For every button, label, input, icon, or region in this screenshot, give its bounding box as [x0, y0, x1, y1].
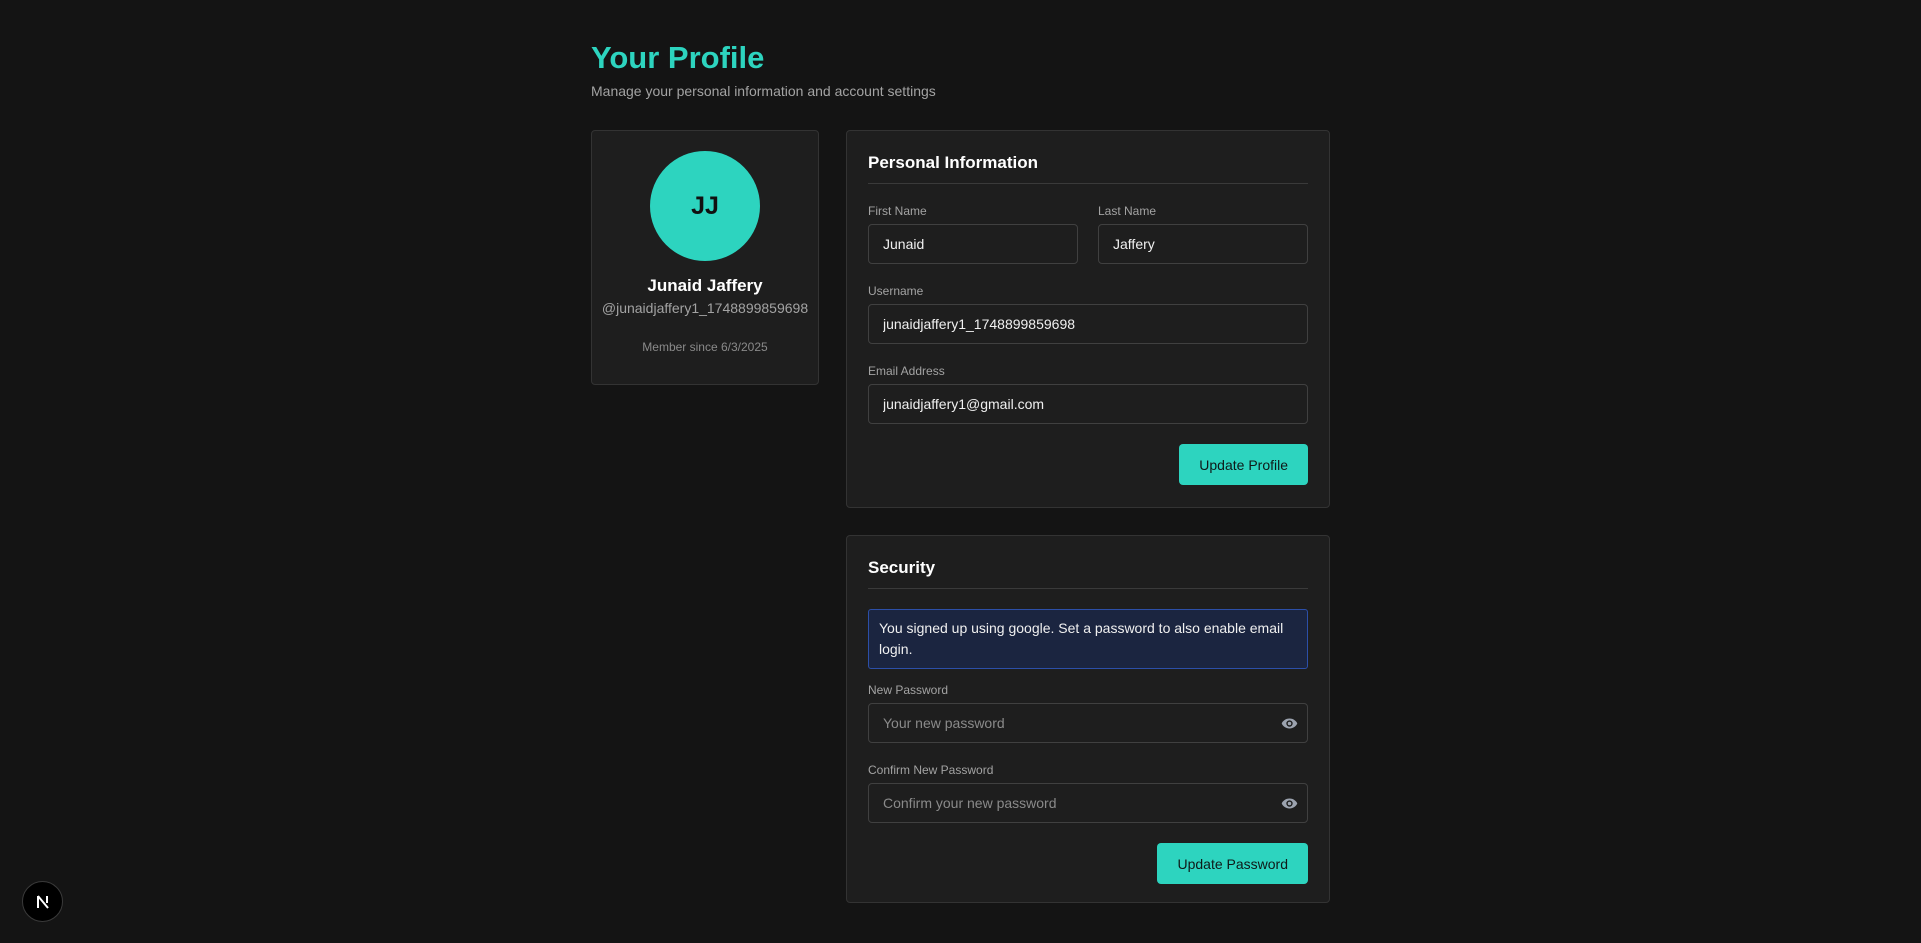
security-title: Security: [868, 536, 1308, 589]
profile-page: Your Profile Manage your personal inform…: [0, 0, 1921, 943]
eye-icon[interactable]: [1281, 715, 1298, 732]
new-password-label: New Password: [868, 683, 949, 697]
first-name-group: First Name: [868, 204, 1078, 264]
personal-information-card: Personal Information First Name Last Nam…: [846, 130, 1330, 508]
avatar: JJ: [650, 151, 760, 261]
google-signup-notice: You signed up using google. Set a passwo…: [868, 609, 1308, 669]
last-name-label: Last Name: [1098, 204, 1157, 218]
email-input[interactable]: [868, 384, 1308, 424]
new-password-input[interactable]: [868, 703, 1308, 743]
confirm-password-label: Confirm New Password: [868, 763, 994, 777]
name-row: First Name Last Name: [868, 204, 1308, 264]
page-subtitle: Manage your personal information and acc…: [591, 83, 936, 99]
update-password-button[interactable]: Update Password: [1157, 843, 1308, 884]
first-name-label: First Name: [868, 204, 927, 218]
last-name-input[interactable]: [1098, 224, 1308, 264]
last-name-group: Last Name: [1098, 204, 1308, 264]
profile-name: Junaid Jaffery: [647, 276, 763, 295]
first-name-input[interactable]: [868, 224, 1078, 264]
new-password-group: New Password: [868, 683, 1308, 743]
email-label: Email Address: [868, 364, 945, 378]
page-title: Your Profile: [591, 40, 765, 75]
confirm-password-input[interactable]: [868, 783, 1308, 823]
member-since: Member since 6/3/2025: [642, 340, 768, 354]
eye-icon[interactable]: [1281, 795, 1298, 812]
update-profile-button[interactable]: Update Profile: [1179, 444, 1308, 485]
confirm-password-wrapper: [868, 783, 1308, 823]
username-group: Username: [868, 284, 1308, 344]
username-label: Username: [868, 284, 924, 298]
username-input[interactable]: [868, 304, 1308, 344]
profile-summary-card: JJ Junaid Jaffery @junaidjaffery1_174889…: [591, 130, 819, 385]
email-group: Email Address: [868, 364, 1308, 424]
password-actions: Update Password: [868, 843, 1308, 884]
page-header: Your Profile Manage your personal inform…: [591, 38, 936, 99]
profile-actions: Update Profile: [868, 444, 1308, 485]
personal-information-title: Personal Information: [868, 131, 1308, 184]
nextjs-logo-icon: [36, 894, 49, 909]
new-password-wrapper: [868, 703, 1308, 743]
profile-username: @junaidjaffery1_1748899859698: [601, 300, 809, 316]
confirm-password-group: Confirm New Password: [868, 763, 1308, 823]
security-card: Security You signed up using google. Set…: [846, 535, 1330, 903]
nextjs-dev-badge[interactable]: [22, 881, 63, 922]
